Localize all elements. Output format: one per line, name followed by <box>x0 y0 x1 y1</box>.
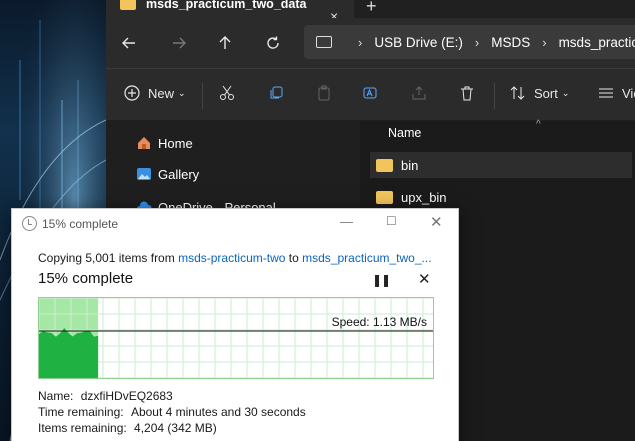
scissors-icon <box>220 85 234 100</box>
tab-bar: msds_practicum_two_data × + <box>106 0 635 24</box>
new-label: New <box>148 85 175 101</box>
new-button[interactable]: New ⌄ <box>124 85 186 101</box>
address-bar[interactable]: › USB Drive (E:) › MSDS › msds_practic <box>304 25 635 59</box>
rename-icon <box>363 87 377 99</box>
arrow-left-icon <box>122 37 135 49</box>
up-button[interactable] <box>214 32 236 54</box>
clock-icon <box>22 216 37 231</box>
folder-icon <box>120 0 136 10</box>
items-value: 4,204 (342 MB) <box>134 421 217 435</box>
cut-button[interactable] <box>219 85 235 101</box>
sidebar-item-label: Gallery <box>158 166 200 182</box>
time-label: Time remaining: <box>38 405 124 419</box>
chevron-down-icon: ⌄ <box>178 87 186 98</box>
dialog-titlebar[interactable]: 15% complete — ☐ ✕ <box>12 209 458 239</box>
back-button[interactable] <box>118 32 140 54</box>
copy-progress-dialog: 15% complete — ☐ ✕ Copying 5,001 items f… <box>11 208 459 441</box>
sort-icon <box>510 86 525 100</box>
forward-button[interactable] <box>168 32 190 54</box>
copy-description: Copying 5,001 items from msds-practicum-… <box>38 251 432 265</box>
info-name: Name: dzxfiHDvEQ2683 <box>38 389 173 403</box>
destination-link[interactable]: msds_practicum_two_... <box>302 251 431 265</box>
dialog-title: 15% complete <box>42 217 119 231</box>
info-items: Items remaining: 4,204 (342 MB) <box>38 421 217 435</box>
file-name: upx_bin <box>401 189 447 205</box>
trash-icon <box>461 86 473 101</box>
file-row[interactable]: bin <box>370 152 632 178</box>
speed-graph: Speed: 1.13 MB/s <box>38 297 434 379</box>
paste-button[interactable] <box>316 85 332 101</box>
new-tab-button[interactable]: + <box>366 0 377 17</box>
name-label: Name: <box>38 389 74 403</box>
info-time: Time remaining: About 4 minutes and 30 s… <box>38 405 306 419</box>
items-label: Items remaining: <box>38 421 127 435</box>
delete-button[interactable] <box>459 85 475 101</box>
tab-title: msds_practicum_two_data <box>146 0 307 11</box>
sort-label: Sort <box>534 85 558 101</box>
breadcrumb-current-folder[interactable]: msds_practic <box>559 35 635 50</box>
view-list-icon <box>599 88 613 98</box>
column-header-name[interactable]: Name <box>388 126 421 140</box>
source-link[interactable]: msds-practicum-two <box>178 251 285 265</box>
name-value: dzxfiHDvEQ2683 <box>80 389 173 403</box>
sort-button[interactable]: Sort ⌄ <box>510 85 569 101</box>
folder-icon <box>376 158 393 172</box>
cancel-button[interactable]: ✕ <box>418 270 431 288</box>
chevron-down-icon: ⌄ <box>561 87 570 98</box>
arrow-up-icon <box>219 36 231 49</box>
breadcrumb-usb-drive[interactable]: USB Drive (E:) <box>374 35 463 50</box>
copy-button[interactable] <box>268 85 284 101</box>
time-value: About 4 minutes and 30 seconds <box>130 405 306 419</box>
clipboard-icon <box>318 85 330 101</box>
refresh-button[interactable] <box>262 32 284 54</box>
breadcrumb-separator: › <box>358 34 363 50</box>
transfer-speed-area <box>39 328 99 378</box>
refresh-icon <box>267 36 279 49</box>
arrow-right-icon <box>173 37 186 49</box>
view-button[interactable]: Vie <box>598 85 635 101</box>
speed-graph-canvas <box>39 298 433 378</box>
tab-active[interactable]: msds_practicum_two_data <box>106 0 354 18</box>
divider <box>202 83 203 109</box>
plus-circle-icon <box>124 85 140 101</box>
folder-icon <box>376 190 393 204</box>
view-label: Vie <box>622 85 635 101</box>
divider <box>494 83 495 109</box>
minimize-button[interactable]: — <box>340 214 353 229</box>
breadcrumb-separator: › <box>542 34 547 50</box>
navigation-bar: › USB Drive (E:) › MSDS › msds_practic <box>106 18 635 68</box>
breadcrumb-separator: › <box>474 34 480 50</box>
copy-icon <box>270 86 283 99</box>
pause-button[interactable]: ❚❚ <box>372 273 391 287</box>
speed-readout: Speed: 1.13 MB/s <box>331 315 427 329</box>
home-icon <box>138 137 150 149</box>
to-word: to <box>288 251 299 265</box>
sidebar-item-home[interactable]: Home <box>136 135 193 151</box>
breadcrumb-msds[interactable]: MSDS <box>491 35 530 50</box>
file-row[interactable]: upx_bin <box>370 184 632 210</box>
percent-complete: 15% complete <box>38 270 134 287</box>
rename-button[interactable] <box>363 85 379 101</box>
command-bar: New ⌄ Sort ⌄ Vie <box>106 68 635 120</box>
sidebar-item-gallery[interactable]: Gallery <box>136 166 199 182</box>
sort-caret-icon: ^ <box>536 119 541 130</box>
file-name: bin <box>401 157 419 173</box>
sidebar-item-label: Home <box>158 135 193 151</box>
share-icon <box>412 86 426 100</box>
copy-prefix: Copying 5,001 items from <box>38 251 175 265</box>
maximize-button[interactable]: ☐ <box>386 214 397 228</box>
gallery-icon <box>137 168 151 180</box>
close-button[interactable]: ✕ <box>430 213 443 231</box>
this-pc-icon <box>316 36 332 48</box>
share-button[interactable] <box>411 85 427 101</box>
